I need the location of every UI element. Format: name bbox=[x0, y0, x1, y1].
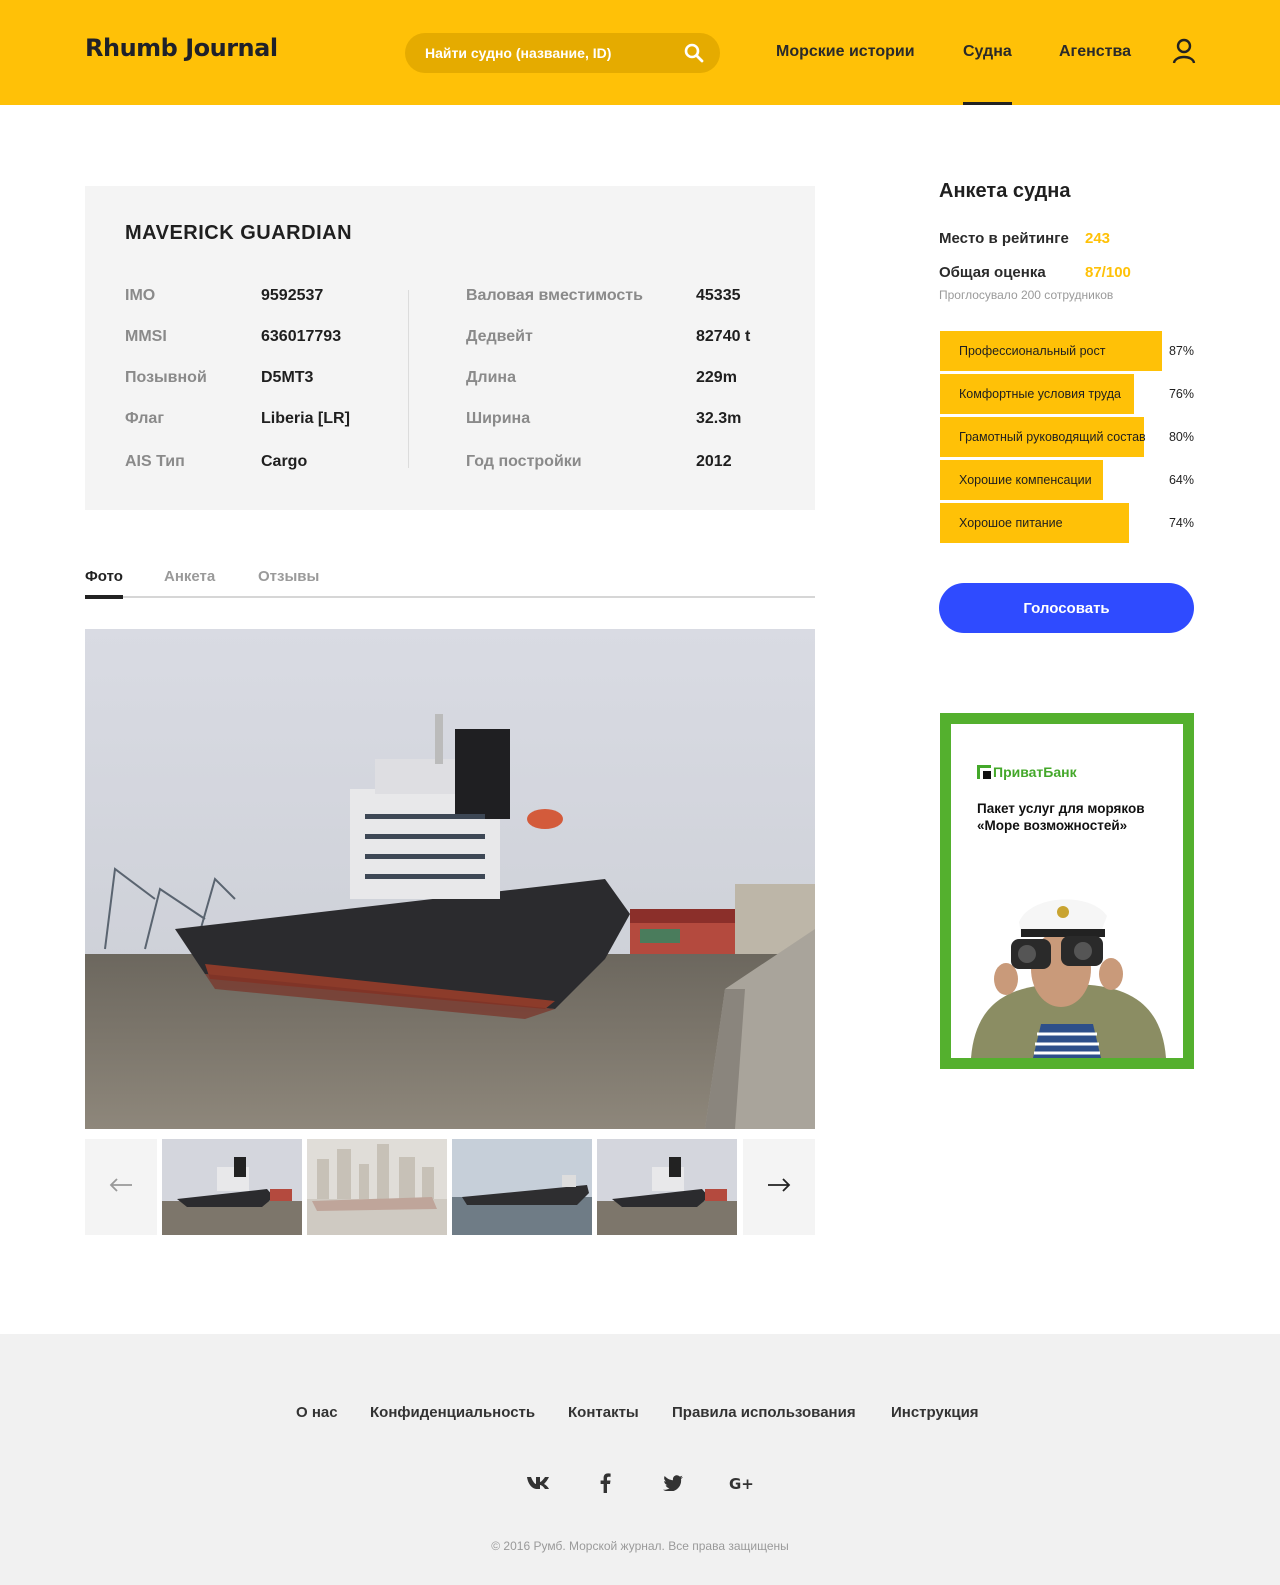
field-value: 45335 bbox=[696, 287, 741, 304]
search-icon[interactable] bbox=[684, 43, 704, 63]
nav-sea-stories[interactable]: Морские истории bbox=[776, 0, 915, 105]
field-label: MMSI bbox=[125, 328, 167, 345]
ship-photo bbox=[85, 629, 815, 1129]
user-icon[interactable] bbox=[1172, 38, 1196, 64]
facebook-icon[interactable] bbox=[592, 1470, 618, 1496]
score-label: Общая оценка bbox=[939, 264, 1046, 281]
search-input[interactable] bbox=[405, 33, 675, 73]
rating-bar-percent: 64% bbox=[1168, 473, 1194, 487]
footer-link-terms[interactable]: Правила использования bbox=[672, 1404, 856, 1421]
field-imo: IMO bbox=[125, 287, 155, 305]
vk-icon[interactable] bbox=[525, 1470, 551, 1496]
field-value: D5MT3 bbox=[261, 369, 314, 386]
vote-button[interactable]: Голосовать bbox=[939, 583, 1194, 633]
ad-sailor-image bbox=[951, 874, 1183, 1058]
field-label: Длина bbox=[466, 369, 516, 386]
rank-stat: Место в рейтинге 243 bbox=[939, 230, 1110, 247]
field-label: AIS Тип bbox=[125, 453, 185, 470]
site-header: Rhumb Journal Морские истории Судна Аген… bbox=[0, 0, 1280, 105]
rating-bar-row: Грамотный руководящий состав 80% bbox=[940, 417, 1194, 457]
ship-info-card: MAVERICK GUARDIAN IMO 9592537 MMSI 63601… bbox=[85, 186, 815, 510]
ad-brand-logo: ПриватБанк bbox=[977, 764, 1077, 782]
prev-photo-button[interactable] bbox=[85, 1139, 157, 1235]
arrow-right-icon bbox=[767, 1177, 791, 1197]
photo-thumbnail[interactable] bbox=[597, 1139, 737, 1235]
field-value: Liberia [LR] bbox=[261, 410, 350, 427]
field-value: 9592537 bbox=[261, 287, 324, 304]
field-value: 2012 bbox=[696, 453, 732, 470]
footer-link-privacy[interactable]: Конфиденциальность bbox=[370, 1404, 535, 1421]
photo-thumbnail[interactable] bbox=[162, 1139, 302, 1235]
score-stat: Общая оценка 87/100 bbox=[939, 264, 1131, 281]
content-tabs: Фото Анкета Отзывы bbox=[85, 560, 815, 599]
votes-note: Проглосувало 200 сотрудников bbox=[939, 288, 1114, 302]
ad-brand: ПриватБанк bbox=[993, 764, 1077, 780]
rating-bar-percent: 80% bbox=[1168, 430, 1194, 444]
tab-photo[interactable]: Фото bbox=[85, 568, 123, 599]
nav-agencies[interactable]: Агенства bbox=[1059, 0, 1131, 105]
privatbank-icon bbox=[977, 765, 991, 782]
footer-link-contacts[interactable]: Контакты bbox=[568, 1404, 639, 1421]
rating-bar-label: Профессиональный рост bbox=[959, 344, 1106, 358]
copyright: © 2016 Румб. Морской журнал. Все права з… bbox=[491, 1539, 789, 1553]
field-label: IMO bbox=[125, 287, 156, 304]
rating-bar-label: Комфортные условия труда bbox=[959, 387, 1122, 401]
score-value: 87/100 bbox=[1085, 264, 1131, 281]
ship-name: MAVERICK GUARDIAN bbox=[125, 222, 353, 244]
arrow-left-icon bbox=[109, 1177, 133, 1197]
svg-text:G+: G+ bbox=[729, 1475, 753, 1491]
rating-bar-percent: 74% bbox=[1168, 516, 1194, 530]
tab-reviews[interactable]: Отзывы bbox=[258, 568, 319, 597]
field-label: Позывной bbox=[125, 369, 207, 386]
field-label: Флаг bbox=[125, 410, 164, 427]
rating-bar-percent: 76% bbox=[1168, 387, 1194, 401]
rating-bar-label: Хорошое питание bbox=[959, 516, 1063, 530]
ad-inner: ПриватБанк Пакет услуг для моряков «Море… bbox=[951, 724, 1183, 1058]
field-value: 229m bbox=[696, 369, 737, 386]
site-logo[interactable]: Rhumb Journal bbox=[85, 34, 278, 62]
rating-bar-label: Хорошие компенсации bbox=[959, 473, 1092, 487]
photo-thumbnails bbox=[85, 1139, 815, 1235]
field-label: Валовая вместимость bbox=[466, 287, 643, 304]
next-photo-button[interactable] bbox=[743, 1139, 815, 1235]
rating-bar-row: Комфортные условия труда 76% bbox=[940, 374, 1194, 414]
footer-link-instructions[interactable]: Инструкция bbox=[891, 1404, 979, 1421]
site-footer: О нас Конфиденциальность Контакты Правил… bbox=[0, 1334, 1280, 1585]
rating-bar-row: Хорошие компенсации 64% bbox=[940, 460, 1194, 500]
field-value: 32.3m bbox=[696, 410, 742, 427]
footer-link-about[interactable]: О нас bbox=[296, 1404, 338, 1421]
rating-bar-row: Профессиональный рост 87% bbox=[940, 331, 1194, 371]
ad-text: Пакет услуг для моряков «Море возможност… bbox=[977, 801, 1145, 833]
tab-questionnaire[interactable]: Анкета bbox=[164, 568, 215, 597]
card-divider bbox=[408, 290, 409, 468]
search-box bbox=[405, 33, 720, 73]
rank-value: 243 bbox=[1085, 230, 1111, 247]
rating-bar-row: Хорошое питание 74% bbox=[940, 503, 1194, 543]
nav-ships[interactable]: Судна bbox=[963, 0, 1012, 105]
rating-bar-label: Грамотный руководящий состав bbox=[959, 430, 1146, 444]
photo-thumbnail[interactable] bbox=[307, 1139, 447, 1235]
field-value: 82740 t bbox=[696, 328, 751, 345]
field-value: 636017793 bbox=[261, 328, 342, 345]
field-label: Ширина bbox=[466, 410, 531, 427]
ad-banner[interactable]: ПриватБанк Пакет услуг для моряков «Море… bbox=[940, 713, 1194, 1069]
twitter-icon[interactable] bbox=[660, 1470, 686, 1496]
google-plus-icon[interactable]: G+ bbox=[728, 1470, 754, 1496]
rank-label: Место в рейтинге bbox=[939, 230, 1069, 247]
rating-bar-percent: 87% bbox=[1168, 344, 1194, 358]
field-label: Дедвейт bbox=[466, 328, 533, 345]
sidebar-title: Анкета судна bbox=[939, 180, 1071, 202]
field-value: Cargo bbox=[261, 453, 308, 470]
field-label: Год постройки bbox=[466, 453, 582, 470]
photo-thumbnail[interactable] bbox=[452, 1139, 592, 1235]
